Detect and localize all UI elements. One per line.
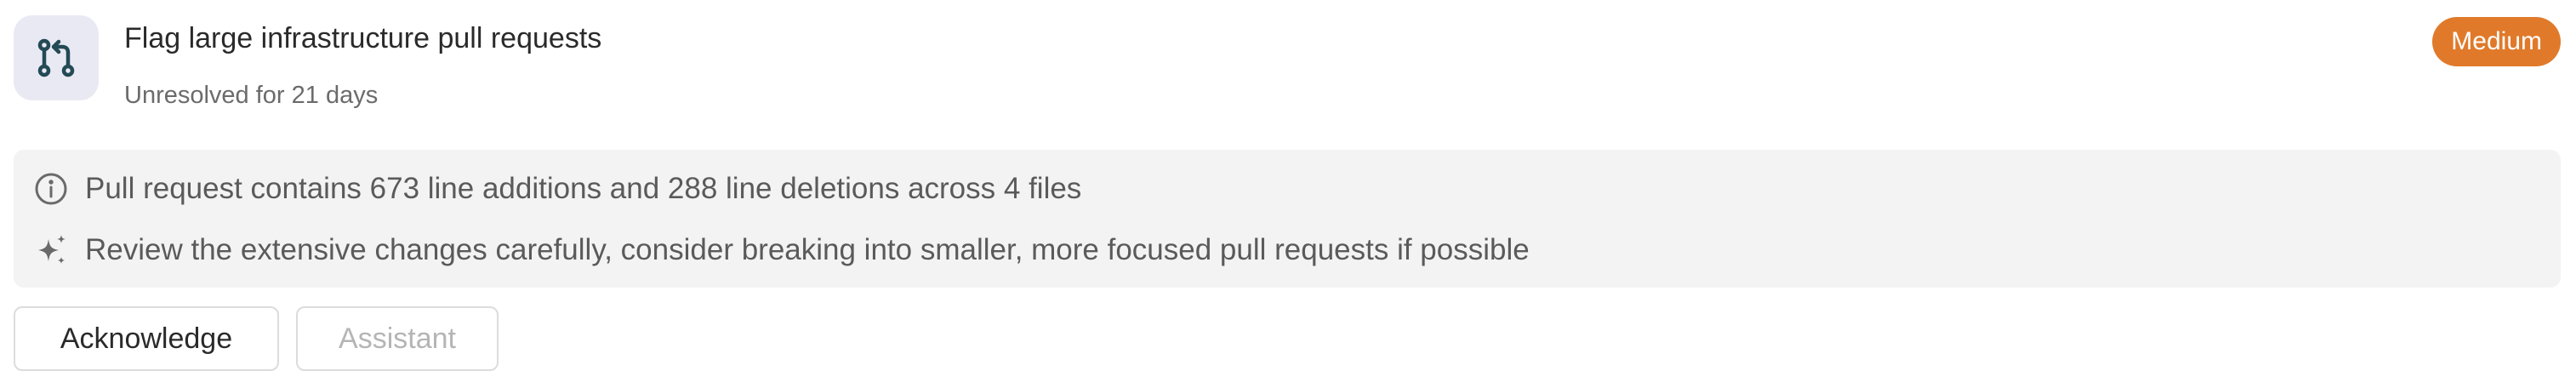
detail-text: Review the extensive changes carefully, … xyxy=(85,233,1530,266)
pull-request-icon xyxy=(37,38,75,77)
details-panel: Pull request contains 673 line additions… xyxy=(14,150,2561,288)
assistant-button[interactable]: Assistant xyxy=(296,306,499,371)
issue-title: Flag large infrastructure pull requests xyxy=(124,22,602,54)
acknowledge-button[interactable]: Acknowledge xyxy=(14,306,279,371)
issue-card: Flag large infrastructure pull requests … xyxy=(0,0,2576,388)
detail-row-summary: Pull request contains 673 line additions… xyxy=(32,165,1081,213)
severity-badge: Medium xyxy=(2432,17,2561,66)
detail-row-suggestion: Review the extensive changes carefully, … xyxy=(32,226,1530,274)
detail-text: Pull request contains 673 line additions… xyxy=(85,172,1082,205)
sparkle-icon xyxy=(32,231,70,269)
issue-status: Unresolved for 21 days xyxy=(124,82,379,109)
info-icon xyxy=(32,170,70,208)
pull-request-icon-tile xyxy=(14,15,99,100)
